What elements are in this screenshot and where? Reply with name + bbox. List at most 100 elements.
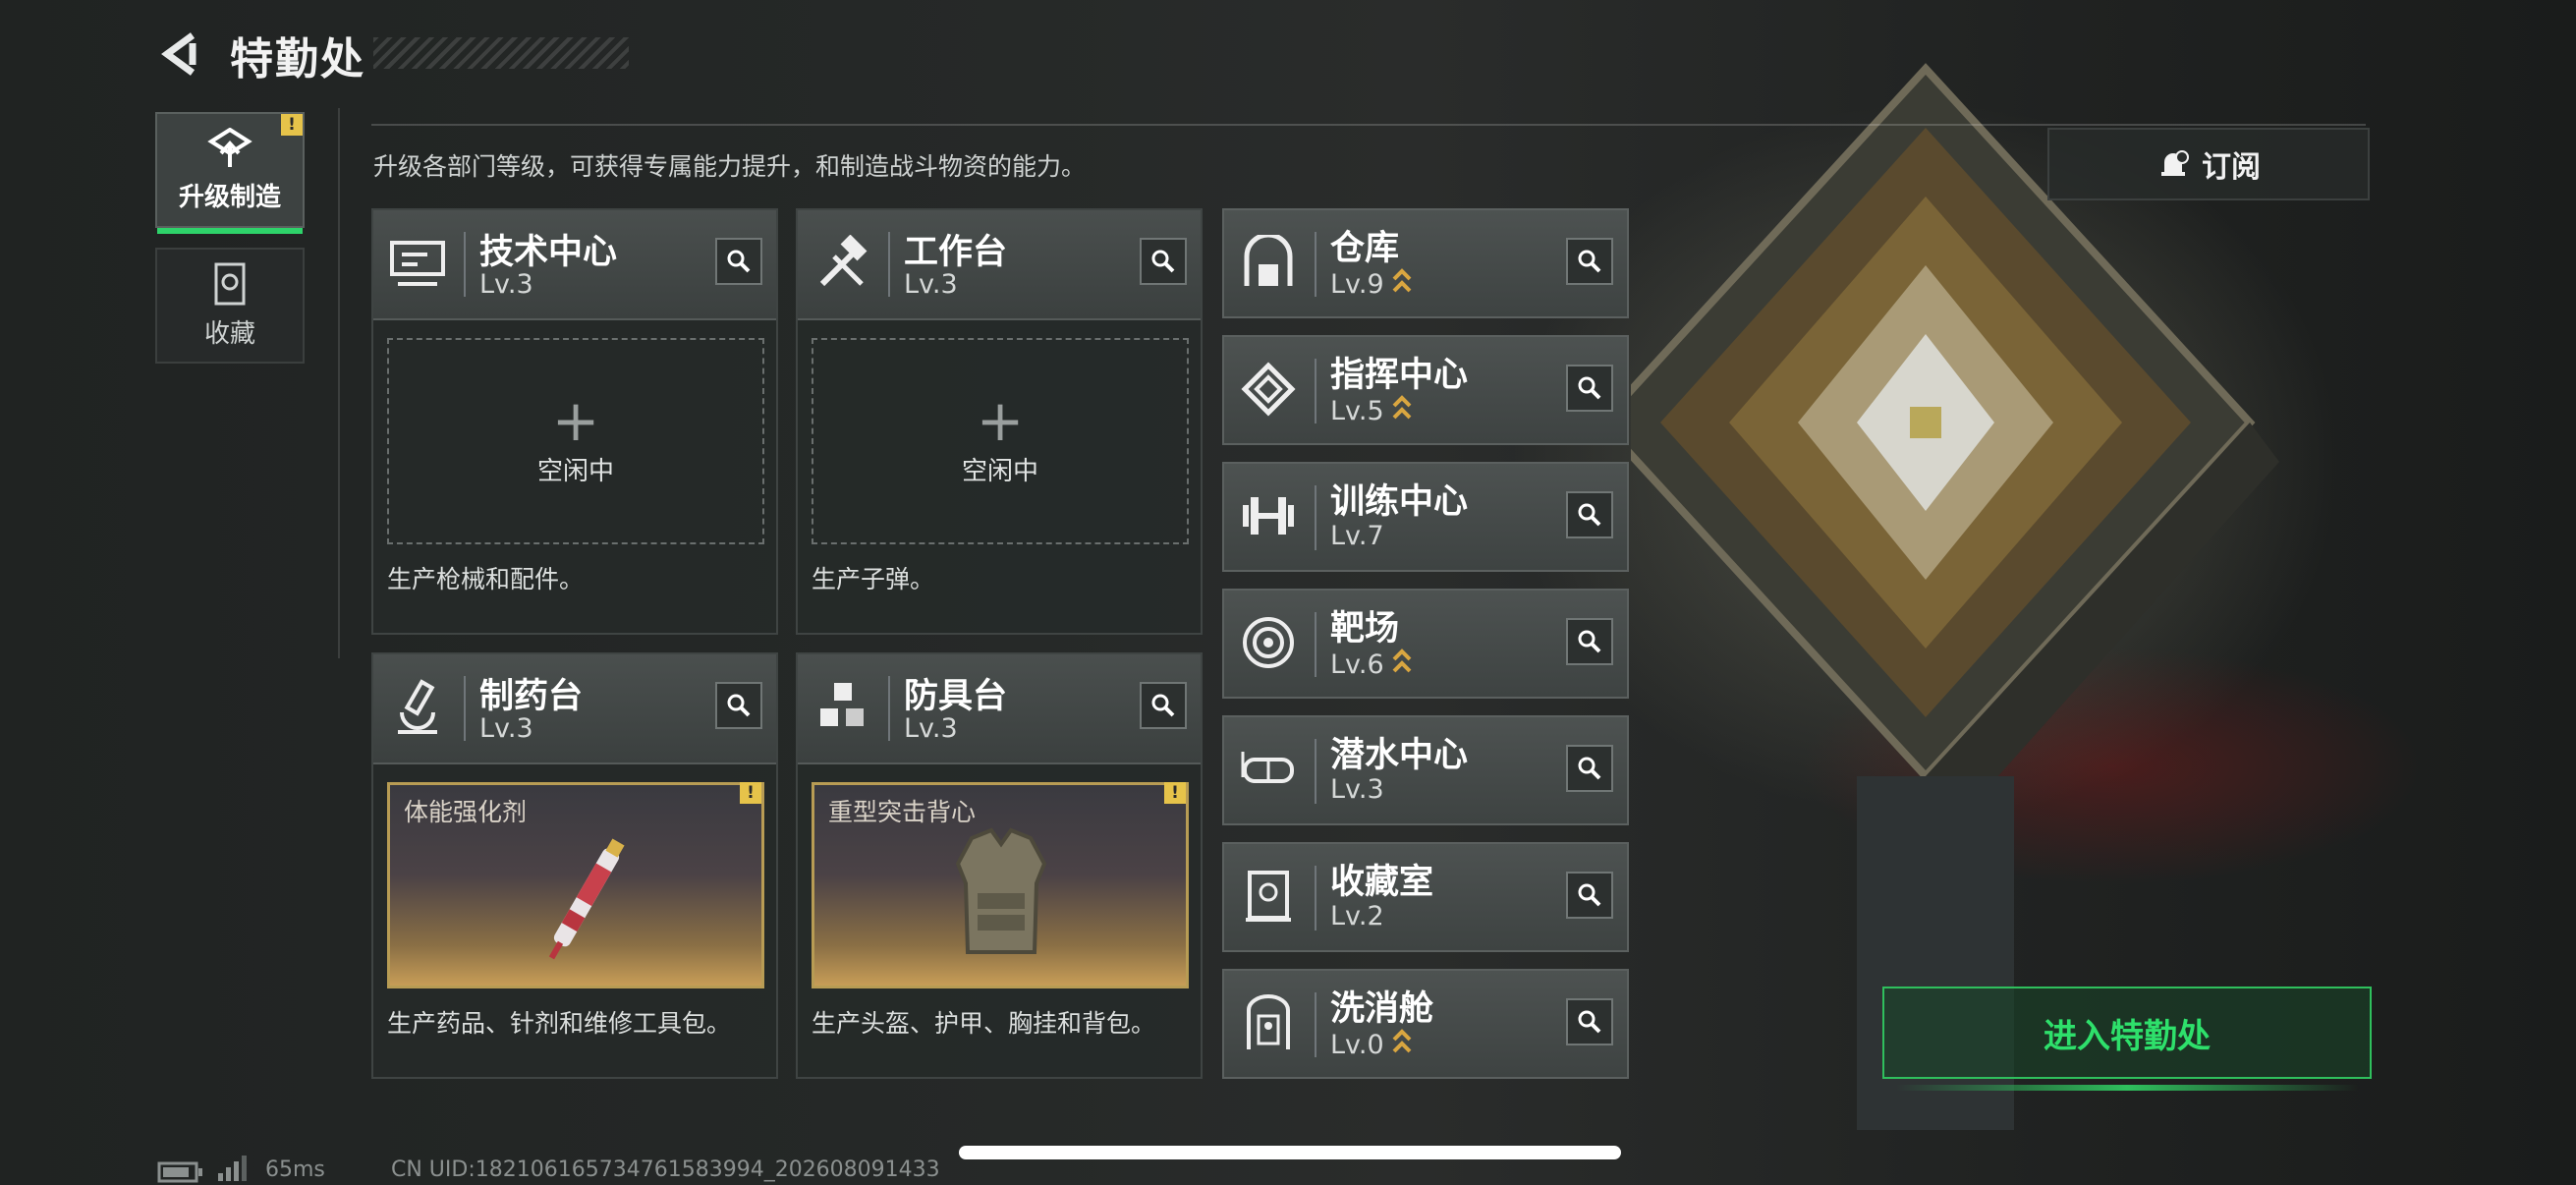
search-icon bbox=[1578, 1010, 1601, 1034]
subscribe-button[interactable]: 订阅 bbox=[2047, 128, 2370, 200]
enter-special-ops-button[interactable]: 进入特勤处 bbox=[1882, 987, 2372, 1079]
search-button[interactable] bbox=[1566, 365, 1613, 412]
search-icon bbox=[1578, 757, 1601, 780]
bell-icon bbox=[2161, 150, 2189, 176]
facility-name: 仓库 bbox=[1330, 229, 1400, 268]
dumbbell-icon bbox=[1238, 485, 1299, 546]
upgrade-chevron-icon bbox=[1392, 649, 1412, 673]
search-button[interactable] bbox=[715, 682, 762, 729]
search-button[interactable] bbox=[1566, 998, 1613, 1045]
plus-icon: + bbox=[976, 386, 1025, 454]
search-button[interactable] bbox=[1566, 745, 1613, 792]
target-icon bbox=[1238, 612, 1299, 673]
search-icon bbox=[1578, 630, 1601, 653]
facility-level: Lv.5 bbox=[1330, 396, 1384, 426]
production-slot-item[interactable]: 体能强化剂 ! bbox=[387, 782, 764, 988]
button-glow bbox=[1896, 1085, 2358, 1091]
facility-training-center[interactable]: 训练中心 Lv.7 bbox=[1222, 462, 1629, 572]
workshop-card-tech-center[interactable]: 技术中心 Lv.3 + 空闲中 生产枪械和配件。 bbox=[371, 208, 778, 635]
warehouse-icon bbox=[1238, 232, 1299, 293]
armor-vest-image bbox=[955, 827, 1047, 954]
slot-status: 空闲中 bbox=[536, 456, 614, 486]
workshop-level: Lv.3 bbox=[479, 713, 533, 744]
decon-chamber-icon bbox=[1238, 992, 1299, 1053]
upgrade-icon bbox=[207, 127, 252, 167]
facility-level: Lv.6 bbox=[1330, 649, 1384, 680]
facility-diving-center[interactable]: 潜水中心 Lv.3 bbox=[1222, 715, 1629, 825]
product-name: 重型突击背心 bbox=[828, 798, 977, 826]
diving-mask-icon bbox=[1238, 739, 1299, 800]
tab-label: 收藏 bbox=[203, 318, 255, 349]
facility-command-center[interactable]: 指挥中心 Lv.5 bbox=[1222, 335, 1629, 445]
workshop-description: 生产子弹。 bbox=[812, 565, 935, 593]
workshop-name: 防具台 bbox=[904, 677, 1008, 716]
command-center-icon bbox=[1238, 359, 1299, 420]
page-title: 特勤处 bbox=[230, 34, 365, 85]
search-icon bbox=[1578, 250, 1601, 273]
workshop-name: 技术中心 bbox=[479, 233, 618, 272]
workshop-description: 生产头盔、护甲、胸挂和背包。 bbox=[812, 1009, 1156, 1038]
facility-name: 指挥中心 bbox=[1330, 356, 1469, 395]
facility-shooting-range[interactable]: 靶场 Lv.6 bbox=[1222, 589, 1629, 699]
search-button[interactable] bbox=[1566, 238, 1613, 285]
alert-badge: ! bbox=[281, 114, 303, 136]
workshop-name: 制药台 bbox=[479, 677, 584, 716]
search-button[interactable] bbox=[1566, 618, 1613, 665]
facility-level: Lv.9 bbox=[1330, 269, 1384, 300]
workbench-icon bbox=[812, 234, 872, 295]
search-icon bbox=[727, 250, 751, 273]
search-icon bbox=[727, 694, 751, 717]
tab-upgrade-craft[interactable]: 升级制造 ! bbox=[155, 112, 305, 234]
facility-level: Lv.3 bbox=[1330, 774, 1384, 805]
production-slot-item[interactable]: 重型突击背心 ! bbox=[812, 782, 1189, 988]
workshop-card-armor-bench[interactable]: 防具台 Lv.3 重型突击背心 ! 生产头盔、护甲、胸挂和背包。 bbox=[796, 652, 1203, 1079]
workshop-description: 生产枪械和配件。 bbox=[387, 565, 585, 593]
facility-level: Lv.0 bbox=[1330, 1030, 1384, 1060]
tech-center-icon bbox=[387, 234, 448, 295]
user-uid: CN UID:18210616573476158​3994_2026080914… bbox=[391, 1157, 940, 1182]
armor-bench-icon bbox=[812, 678, 872, 739]
search-icon bbox=[1578, 503, 1601, 527]
facility-collection-room[interactable]: 收藏室 Lv.2 bbox=[1222, 842, 1629, 952]
workshop-level: Lv.3 bbox=[904, 269, 958, 300]
upgrade-chevron-icon bbox=[1392, 268, 1412, 293]
alert-badge: ! bbox=[1164, 782, 1186, 804]
pharmacy-icon bbox=[387, 678, 448, 739]
back-arrow-icon[interactable] bbox=[157, 29, 206, 79]
workshop-card-workbench[interactable]: 工作台 Lv.3 + 空闲中 生产子弹。 bbox=[796, 208, 1203, 635]
search-icon bbox=[1151, 250, 1175, 273]
search-button[interactable] bbox=[715, 238, 762, 285]
battery-icon bbox=[157, 1161, 202, 1183]
tab-label: 升级制造 bbox=[178, 182, 281, 212]
search-button[interactable] bbox=[1140, 682, 1187, 729]
collection-room-icon bbox=[1238, 866, 1299, 927]
active-tab-indicator bbox=[157, 228, 303, 234]
search-button[interactable] bbox=[1566, 872, 1613, 919]
title-decoration bbox=[373, 37, 629, 69]
workshop-level: Lv.3 bbox=[904, 713, 958, 744]
search-icon bbox=[1578, 883, 1601, 907]
upgrade-chevron-icon bbox=[1392, 1029, 1412, 1053]
facility-name: 洗消舱 bbox=[1330, 989, 1434, 1029]
facility-warehouse[interactable]: 仓库 Lv.9 bbox=[1222, 208, 1629, 318]
divider bbox=[338, 108, 340, 658]
production-slot-empty[interactable]: + 空闲中 bbox=[387, 338, 764, 544]
tab-collection[interactable]: 收藏 bbox=[155, 248, 305, 364]
subscribe-label: 订阅 bbox=[2202, 150, 2261, 185]
slot-status: 空闲中 bbox=[961, 456, 1038, 486]
collection-icon bbox=[214, 262, 246, 305]
search-button[interactable] bbox=[1140, 238, 1187, 285]
facility-name: 潜水中心 bbox=[1330, 736, 1469, 775]
home-indicator[interactable] bbox=[959, 1146, 1621, 1159]
facility-level: Lv.2 bbox=[1330, 901, 1384, 931]
ping-readout: 65ms bbox=[265, 1157, 325, 1182]
workshop-card-pharmacy[interactable]: 制药台 Lv.3 体能强化剂 ! 生产药品、针剂和维修工具包。 bbox=[371, 652, 778, 1079]
section-description: 升级各部门等级，可获得专属能力提升，和制造战斗物资的能力。 bbox=[373, 152, 1087, 181]
upgrade-chevron-icon bbox=[1392, 395, 1412, 420]
search-icon bbox=[1151, 694, 1175, 717]
production-slot-empty[interactable]: + 空闲中 bbox=[812, 338, 1189, 544]
search-icon bbox=[1578, 376, 1601, 400]
search-button[interactable] bbox=[1566, 491, 1613, 538]
facility-decon-chamber[interactable]: 洗消舱 Lv.0 bbox=[1222, 969, 1629, 1079]
product-name: 体能强化剂 bbox=[404, 798, 528, 826]
